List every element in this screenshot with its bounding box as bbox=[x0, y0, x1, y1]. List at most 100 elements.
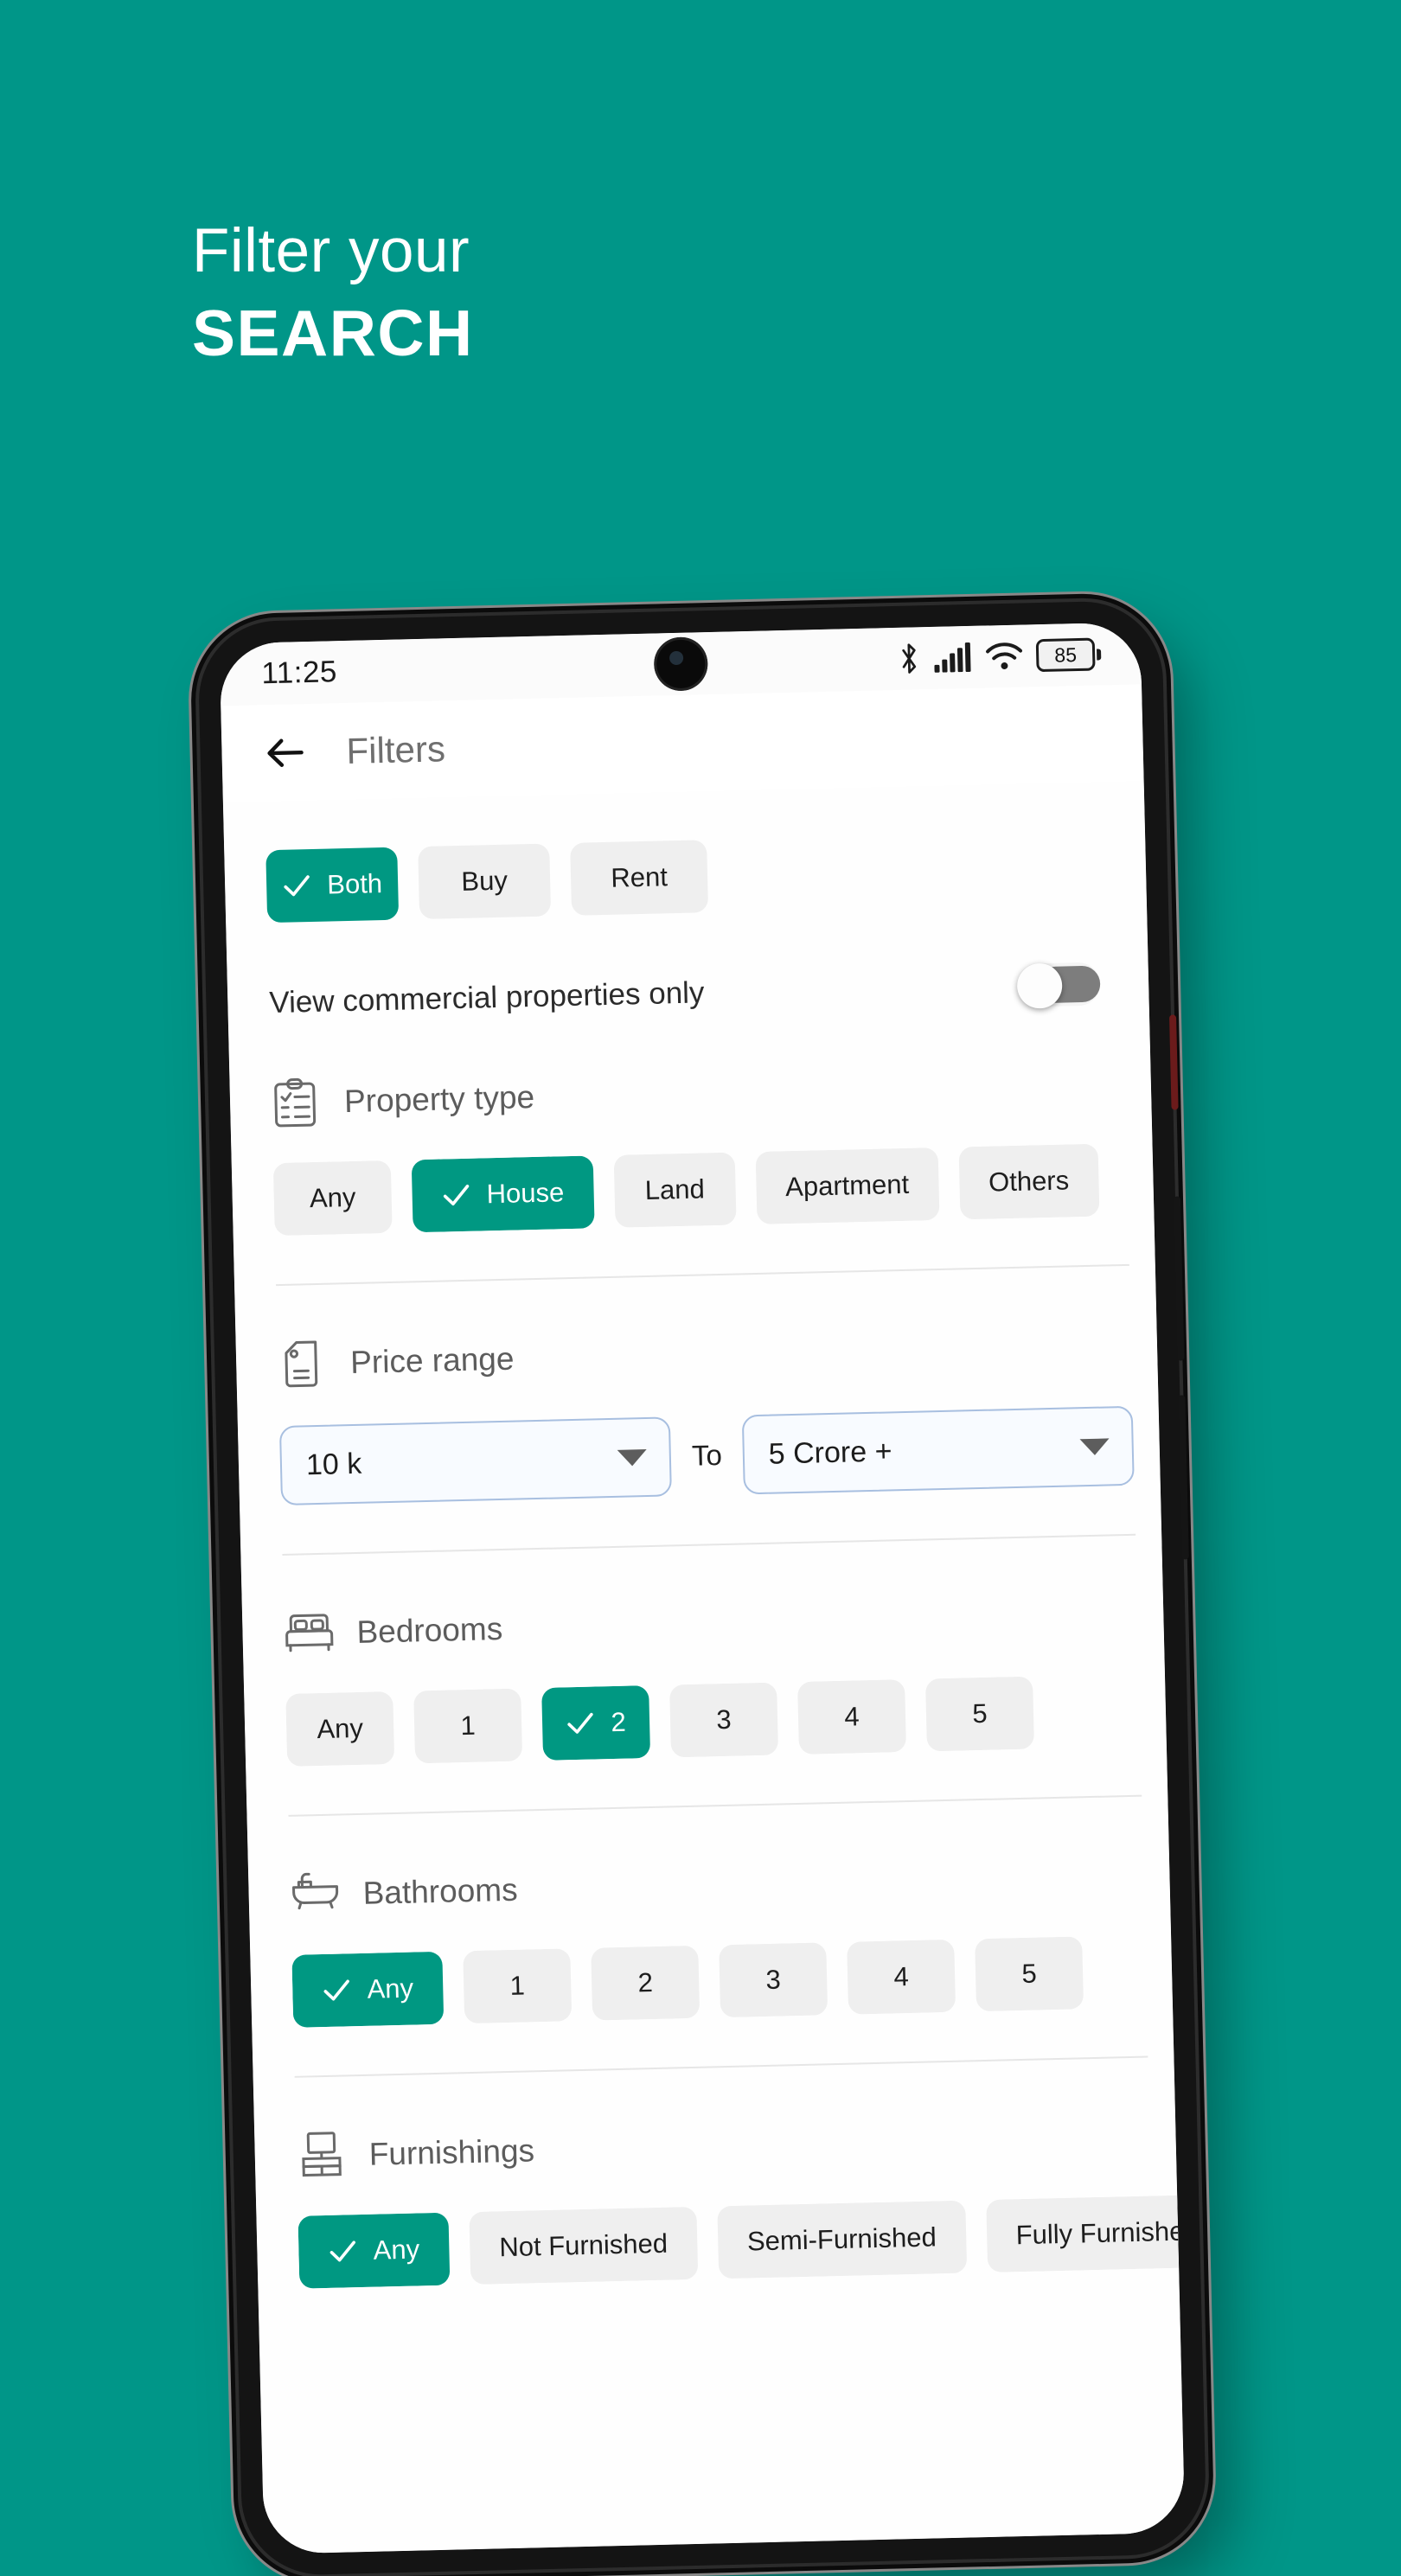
chevron-down-icon bbox=[1080, 1438, 1110, 1455]
bathrooms-4-label: 4 bbox=[893, 1961, 909, 1992]
check-icon bbox=[328, 2236, 358, 2266]
bedrooms-2[interactable]: 2 bbox=[541, 1685, 650, 1761]
bedrooms-4[interactable]: 4 bbox=[797, 1679, 906, 1755]
bathrooms-4[interactable]: 4 bbox=[847, 1940, 956, 2015]
furnishings-options[interactable]: Any Not Furnished Semi-Furnished Fully F… bbox=[297, 2196, 1179, 2289]
furniture-icon bbox=[296, 2131, 343, 2182]
property-type-apartment-label: Apartment bbox=[785, 1169, 910, 1203]
bathrooms-any-label: Any bbox=[367, 1973, 413, 2005]
furnishings-title: Furnishings bbox=[368, 2132, 534, 2172]
listing-type-rent[interactable]: Rent bbox=[570, 840, 708, 916]
bathrooms-options[interactable]: Any 1 2 3 4 5 bbox=[291, 1934, 1173, 2028]
bathtub-icon bbox=[290, 1870, 337, 1921]
promo-line-2: SEARCH bbox=[192, 301, 474, 366]
bathrooms-5[interactable]: 5 bbox=[975, 1936, 1084, 2011]
bathrooms-3[interactable]: 3 bbox=[719, 1942, 828, 2017]
furnishings-any-label: Any bbox=[373, 2234, 419, 2266]
furnishings-not-furnished-label: Not Furnished bbox=[499, 2228, 669, 2264]
check-icon bbox=[441, 1180, 471, 1211]
listing-type-group: Both Buy Rent bbox=[265, 829, 1147, 923]
bathrooms-2-label: 2 bbox=[637, 1967, 653, 1998]
divider-bedrooms bbox=[289, 1795, 1142, 1817]
furnishings-not-furnished[interactable]: Not Furnished bbox=[469, 2207, 698, 2285]
price-range-separator: To bbox=[691, 1439, 722, 1473]
status-spacer bbox=[337, 659, 898, 672]
phone-mockup: 11:25 bbox=[197, 600, 1207, 2576]
property-type-any-label: Any bbox=[310, 1182, 356, 1214]
bathrooms-5-label: 5 bbox=[1021, 1959, 1037, 1990]
property-type-options[interactable]: Any House Land Apartment bbox=[273, 1142, 1155, 1236]
commercial-properties-toggle[interactable] bbox=[1017, 962, 1101, 1007]
bedrooms-title: Bedrooms bbox=[356, 1611, 503, 1651]
bedrooms-options[interactable]: Any 1 2 3 4 bbox=[285, 1673, 1167, 1767]
property-type-title: Property type bbox=[344, 1079, 535, 1120]
property-type-house[interactable]: House bbox=[412, 1155, 595, 1232]
bedrooms-4-label: 4 bbox=[844, 1701, 860, 1732]
front-camera-punch-hole bbox=[653, 636, 707, 691]
property-type-others-label: Others bbox=[988, 1165, 1070, 1198]
bathrooms-1[interactable]: 1 bbox=[463, 1948, 572, 2023]
bedrooms-any-label: Any bbox=[317, 1713, 363, 1745]
price-max-value: 5 Crore + bbox=[768, 1430, 1080, 1471]
property-type-land[interactable]: Land bbox=[613, 1153, 736, 1228]
status-icons: 85 bbox=[898, 637, 1102, 675]
property-type-header: Property type bbox=[271, 1058, 1151, 1128]
price-range-controls: 10 k To 5 Crore + bbox=[279, 1405, 1161, 1505]
promo-heading: Filter your SEARCH bbox=[192, 221, 474, 366]
listing-type-buy-label: Buy bbox=[461, 866, 508, 898]
bluetooth-icon bbox=[898, 642, 921, 675]
bathrooms-2[interactable]: 2 bbox=[591, 1946, 700, 2021]
bathrooms-any[interactable]: Any bbox=[291, 1952, 444, 2028]
listing-type-rent-label: Rent bbox=[611, 861, 668, 894]
phone-screen: 11:25 bbox=[220, 622, 1186, 2554]
price-min-dropdown[interactable]: 10 k bbox=[279, 1416, 672, 1505]
listing-type-both[interactable]: Both bbox=[265, 847, 399, 924]
property-type-house-label: House bbox=[486, 1177, 564, 1210]
check-icon bbox=[282, 871, 312, 901]
price-range-header: Price range bbox=[278, 1319, 1158, 1390]
bathrooms-header: Bathrooms bbox=[290, 1850, 1170, 1921]
property-type-apartment[interactable]: Apartment bbox=[755, 1147, 939, 1224]
bedrooms-5-label: 5 bbox=[972, 1698, 988, 1729]
price-range-title: Price range bbox=[350, 1341, 515, 1381]
property-type-any[interactable]: Any bbox=[273, 1160, 393, 1236]
bathrooms-title: Bathrooms bbox=[362, 1872, 518, 1912]
battery-body: 85 bbox=[1036, 638, 1096, 673]
filters-content[interactable]: Both Buy Rent View commercial properties… bbox=[223, 781, 1185, 2554]
wifi-icon bbox=[986, 642, 1023, 671]
clipboard-checklist-icon bbox=[271, 1077, 318, 1128]
promo-line-1: Filter your bbox=[192, 221, 474, 282]
bedrooms-5[interactable]: 5 bbox=[925, 1677, 1034, 1752]
property-type-others[interactable]: Others bbox=[958, 1144, 1099, 1220]
furnishings-any[interactable]: Any bbox=[297, 2213, 450, 2289]
furnishings-semi-furnished-label: Semi-Furnished bbox=[747, 2221, 937, 2257]
furnishings-semi-furnished[interactable]: Semi-Furnished bbox=[717, 2201, 967, 2279]
bedrooms-1[interactable]: 1 bbox=[413, 1689, 522, 1764]
furnishings-header: Furnishings bbox=[296, 2111, 1176, 2182]
bathrooms-3-label: 3 bbox=[765, 1965, 781, 1996]
status-time: 11:25 bbox=[261, 655, 337, 691]
furnishings-fully-furnished[interactable]: Fully Furnished bbox=[986, 2196, 1179, 2272]
divider-price-range bbox=[282, 1534, 1136, 1556]
divider-bathrooms bbox=[295, 2056, 1148, 2078]
furnishings-fully-furnished-label: Fully Furnished bbox=[1015, 2215, 1179, 2251]
price-min-value: 10 k bbox=[306, 1441, 618, 1481]
bedrooms-2-label: 2 bbox=[611, 1707, 626, 1738]
price-max-dropdown[interactable]: 5 Crore + bbox=[742, 1406, 1135, 1495]
bedrooms-any[interactable]: Any bbox=[285, 1691, 394, 1767]
phone-side-button-top[interactable] bbox=[1169, 1014, 1179, 1109]
bedrooms-header: Bedrooms bbox=[284, 1588, 1164, 1659]
battery-icon: 85 bbox=[1036, 637, 1102, 672]
check-icon bbox=[566, 1709, 596, 1739]
divider-property-type bbox=[276, 1264, 1129, 1286]
bed-icon bbox=[284, 1608, 331, 1659]
listing-type-both-label: Both bbox=[327, 868, 383, 900]
signal-icon bbox=[934, 642, 973, 673]
back-arrow-icon[interactable] bbox=[263, 731, 307, 775]
battery-cap bbox=[1097, 649, 1101, 660]
commercial-properties-row[interactable]: View commercial properties only bbox=[269, 961, 1149, 1025]
check-icon bbox=[322, 1975, 352, 2005]
price-tag-icon bbox=[278, 1339, 325, 1390]
listing-type-buy[interactable]: Buy bbox=[418, 843, 551, 919]
bedrooms-3[interactable]: 3 bbox=[669, 1683, 778, 1758]
